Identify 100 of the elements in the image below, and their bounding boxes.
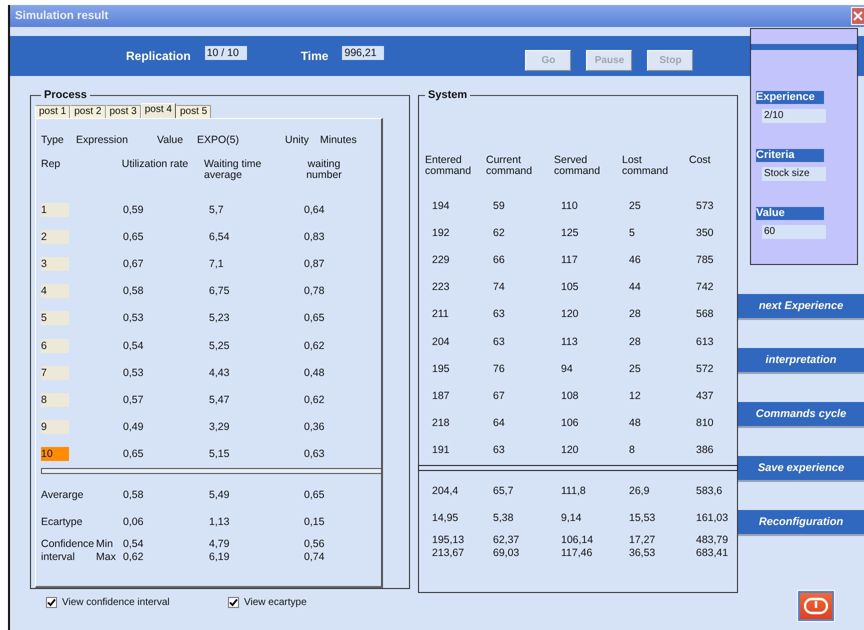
table-cell-text: 63	[492, 308, 506, 320]
table-cell-text: 120	[560, 444, 580, 456]
table-cell-text: 0,48	[303, 366, 326, 379]
row-number-cell[interactable]: 8	[41, 392, 69, 407]
table-cell-text: 0,64	[303, 204, 326, 216]
table-cell-text: 0,62	[122, 550, 144, 564]
table-cell-text: 204,4	[431, 485, 460, 498]
checkbox[interactable]	[228, 597, 239, 608]
table-cell-text: 3,29	[208, 421, 230, 434]
action-button[interactable]: interpretation	[738, 348, 864, 374]
table-cell-text: 810	[695, 417, 715, 430]
row-label: Averarge	[41, 489, 84, 502]
power-button[interactable]	[798, 591, 834, 621]
table-cell-text: 0,78	[303, 285, 326, 298]
table-cell-text: 106	[560, 417, 580, 430]
info-text: Value	[157, 134, 184, 146]
table-cell-text: 0,06	[122, 516, 144, 528]
table-cell-text: 5,25	[208, 340, 230, 352]
table-cell-text: 229	[431, 254, 451, 266]
table-cell-text: 108	[560, 390, 580, 402]
table-cell-text: 187	[431, 390, 451, 402]
table-cell-text: 0,62	[303, 394, 326, 406]
table-cell-text: 386	[695, 444, 715, 456]
table-cell-text: 0,67	[122, 258, 144, 270]
table-cell-text: 194	[431, 200, 451, 212]
tab[interactable]: post 3	[106, 105, 141, 118]
table-cell-text: 66	[492, 254, 506, 266]
action-button[interactable]: next Experience	[738, 294, 864, 320]
table-cell-text: 64	[492, 417, 506, 430]
table-cell-text: 63	[492, 444, 506, 456]
tab[interactable]: post 4	[140, 103, 176, 118]
row-number-cell[interactable]: 5	[41, 311, 69, 326]
table-cell-text: 223	[431, 281, 451, 294]
column-header: waiting number	[305, 159, 343, 183]
tab[interactable]: post 5	[176, 105, 212, 118]
replication-label: Replication	[126, 49, 191, 63]
row-number-cell[interactable]: 9	[41, 420, 69, 434]
table-cell-text: 0,53	[122, 312, 144, 324]
table-cell-text: 28	[628, 336, 642, 348]
tab[interactable]: post 2	[70, 105, 106, 118]
table-cell-text: 46	[628, 254, 642, 266]
table-cell-text: 0,15	[303, 516, 326, 528]
table-cell-text: 0,54	[122, 538, 144, 551]
action-button[interactable]: Commands cycle	[738, 402, 864, 428]
table-cell-text: 69,03	[492, 546, 520, 560]
row-number-cell[interactable]: 7	[41, 366, 69, 380]
table-cell-text: 195,13	[431, 534, 466, 547]
table-cell-text: 0,58	[122, 285, 144, 298]
field-label: Value	[756, 207, 824, 220]
table-cell-text: 568	[695, 308, 715, 320]
table-cell-text: 44	[628, 281, 642, 294]
table-cell-text: 117,46	[560, 546, 594, 560]
action-button[interactable]: Save experience	[738, 456, 864, 482]
row-number-cell[interactable]: 2	[41, 230, 69, 244]
action-button[interactable]: Reconfiguration	[738, 510, 864, 536]
table-cell-text: 195	[431, 362, 451, 375]
table-cell-text: 613	[695, 336, 715, 348]
row-number-cell[interactable]: 10	[41, 447, 69, 462]
table-cell-text: 65,7	[492, 485, 514, 498]
row-number-cell[interactable]: 3	[41, 256, 69, 271]
table-cell-text: 0,49	[122, 421, 144, 434]
table-cell-text: 4,79	[208, 538, 230, 551]
column-header: Cost	[689, 155, 712, 168]
table-cell-text: 6,75	[208, 285, 230, 298]
table-cell-text: 5,7	[208, 204, 225, 216]
table-cell-text: 0,58	[122, 489, 144, 502]
table-cell-text: 111,8	[560, 485, 587, 498]
table-cell-text: 572	[695, 362, 715, 375]
table-cell-text: 12	[628, 390, 642, 402]
table-cell-text: 192	[431, 226, 451, 239]
row-number-cell[interactable]: 4	[41, 284, 69, 298]
checkbox[interactable]	[46, 597, 57, 608]
table-cell-text: 0,65	[303, 489, 326, 502]
table-cell-text: 8	[628, 444, 636, 456]
table-cell-text: 62,37	[492, 534, 520, 547]
table-cell-text: 48	[628, 417, 642, 430]
close-button[interactable]	[851, 7, 864, 25]
table-cell-text: 0,62	[303, 340, 326, 352]
checkbox-label: View confidence interval	[62, 597, 170, 608]
table-cell-text: 125	[560, 226, 580, 239]
table-cell-text: 161,03	[695, 512, 730, 524]
table-cell-text: 0,59	[122, 204, 144, 216]
field-label: Criteria	[756, 149, 824, 162]
table-cell-text: 742	[695, 281, 715, 294]
info-text: Type	[41, 134, 64, 146]
tab[interactable]: post 1	[35, 105, 70, 118]
table-cell-text: 120	[560, 308, 580, 320]
table-cell-text: 59	[492, 200, 506, 212]
table-cell-text: 76	[492, 362, 506, 375]
table-cell-text: 785	[695, 254, 715, 266]
table-cell-text: 350	[695, 226, 715, 239]
table-cell-text: 211	[431, 308, 450, 320]
column-header: Served command	[554, 155, 602, 179]
table-cell-text: 483,79	[695, 534, 730, 547]
info-text: Minutes	[320, 134, 357, 146]
table-cell-text: 0,87	[303, 258, 326, 270]
row-number-cell[interactable]: 6	[41, 338, 69, 353]
value-field: Stock size	[762, 167, 826, 181]
row-number-cell[interactable]: 1	[41, 202, 69, 217]
table-cell-text: 0,54	[122, 340, 144, 352]
